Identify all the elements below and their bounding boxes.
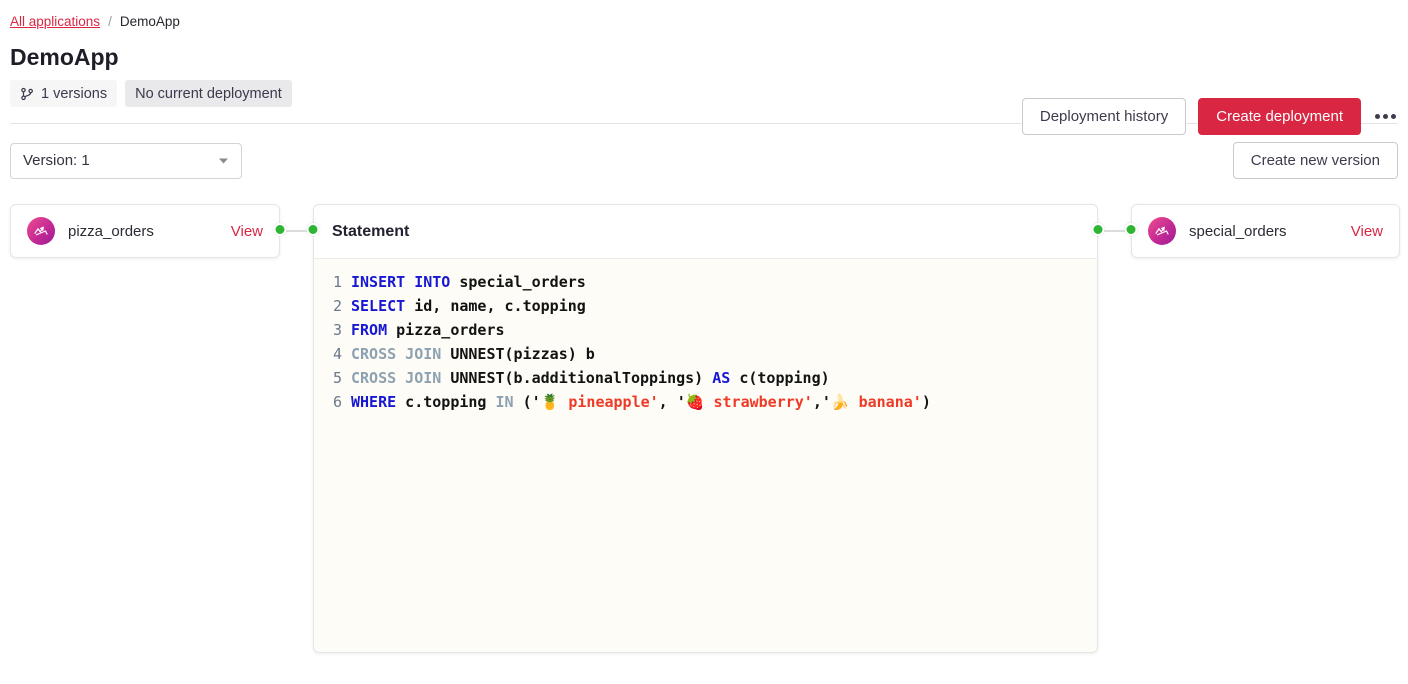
statement-title: Statement — [332, 223, 409, 241]
versions-badge-label: 1 versions — [41, 86, 107, 102]
create-deployment-button[interactable]: Create deployment — [1198, 98, 1361, 135]
line-number: 6 — [314, 390, 342, 414]
source-output-port — [274, 223, 287, 236]
breadcrumb-current: DemoApp — [120, 14, 180, 29]
deployment-status-badge: No current deployment — [125, 80, 292, 107]
sink-node-name: special_orders — [1189, 223, 1287, 240]
statement-header: Statement — [314, 205, 1097, 259]
stream-wave-icon — [1148, 217, 1176, 245]
breadcrumb-all-applications-link[interactable]: All applications — [10, 14, 100, 29]
code-line: 2 SELECT id, name, c.topping — [314, 294, 1097, 318]
sql-code: 1 INSERT INTO special_orders 2 SELECT id, n… — [314, 259, 1097, 652]
sink-view-link[interactable]: View — [1351, 223, 1383, 240]
version-select-value: Version: 1 — [23, 152, 90, 169]
source-node-card[interactable]: pizza_orders View — [10, 204, 280, 258]
breadcrumb-separator: / — [108, 14, 112, 29]
statement-output-port — [1092, 223, 1105, 236]
sink-input-port — [1125, 223, 1138, 236]
code-content: FROM pizza_orders — [351, 318, 505, 342]
code-line: 4 CROSS JOIN UNNEST(pizzas) b — [314, 342, 1097, 366]
code-content: CROSS JOIN UNNEST(pizzas) b — [351, 342, 595, 366]
page-title: DemoApp — [10, 43, 1398, 71]
line-number: 5 — [314, 366, 342, 390]
sink-node-card[interactable]: special_orders View — [1131, 204, 1400, 258]
code-line: 6 WHERE c.topping IN ('🍍 pineapple', '🍓 s… — [314, 390, 1097, 414]
code-content: WHERE c.topping IN ('🍍 pineapple', '🍓 st… — [351, 390, 931, 414]
line-number: 2 — [314, 294, 342, 318]
version-toolbar: Version: 1 Create new version — [10, 142, 1398, 179]
create-new-version-button[interactable]: Create new version — [1233, 142, 1398, 179]
code-line: 1 INSERT INTO special_orders — [314, 270, 1097, 294]
statement-card: Statement 1 INSERT INTO special_orders 2 SE… — [313, 204, 1098, 653]
code-line: 3 FROM pizza_orders — [314, 318, 1097, 342]
git-branch-icon — [20, 87, 34, 101]
stream-wave-icon — [27, 217, 55, 245]
ellipsis-icon — [1375, 114, 1380, 119]
version-select[interactable]: Version: 1 — [10, 143, 242, 179]
header-actions: Deployment history Create deployment — [1022, 98, 1398, 135]
page-header: DemoApp 1 versions No current deployment… — [10, 43, 1398, 107]
code-content: SELECT id, name, c.topping — [351, 294, 586, 318]
pipeline-canvas: pizza_orders View Statement 1 INSERT INTO… — [10, 204, 1398, 664]
versions-badge: 1 versions — [10, 80, 117, 107]
code-content: CROSS JOIN UNNEST(b.additionalToppings) … — [351, 366, 830, 390]
source-view-link[interactable]: View — [231, 223, 263, 240]
source-node-name: pizza_orders — [68, 223, 154, 240]
line-number: 3 — [314, 318, 342, 342]
code-content: INSERT INTO special_orders — [351, 270, 586, 294]
statement-input-port — [307, 223, 320, 236]
line-number: 4 — [314, 342, 342, 366]
line-number: 1 — [314, 270, 342, 294]
deployment-history-button[interactable]: Deployment history — [1022, 98, 1186, 135]
more-options-button[interactable] — [1373, 108, 1398, 125]
breadcrumb: All applications / DemoApp — [0, 0, 1408, 29]
chevron-down-icon — [218, 152, 229, 169]
deployment-status-label: No current deployment — [135, 86, 282, 102]
application-detail-page: All applications / DemoApp DemoApp 1 ver… — [0, 0, 1408, 684]
code-line: 5 CROSS JOIN UNNEST(b.additionalToppings)… — [314, 366, 1097, 390]
